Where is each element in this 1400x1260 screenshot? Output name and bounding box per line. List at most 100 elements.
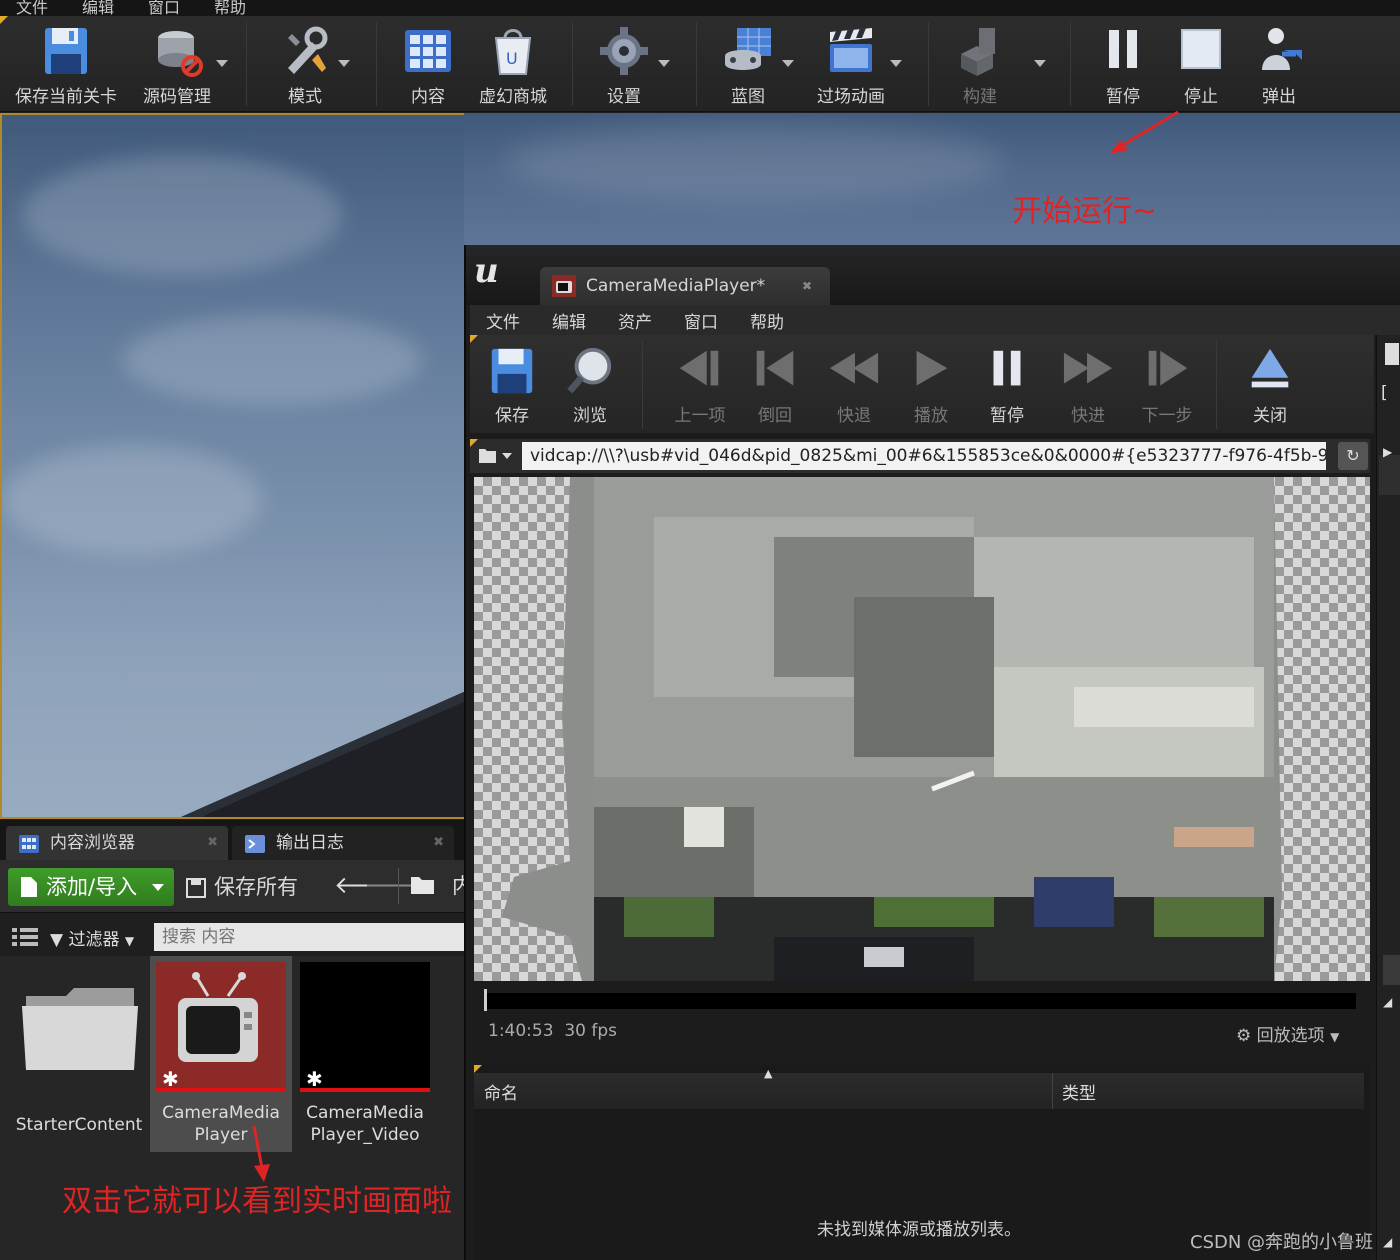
filters-dropdown[interactable]: ▼ 过滤器 ▼ (50, 925, 134, 950)
close-media-button[interactable]: 关闭 (1232, 335, 1308, 433)
column-name[interactable]: 命名 (484, 1079, 518, 1104)
ground-plane (181, 691, 464, 817)
tab-output-log[interactable]: 输出日志 ✖ (232, 826, 454, 860)
asset-folder-startercontent[interactable]: StarterContent (8, 956, 150, 1152)
add-import-button[interactable]: 添加/导入 (8, 868, 174, 906)
chevron-down-icon[interactable] (782, 60, 794, 67)
media-player-menu-bar: 文件 编辑 资产 窗口 帮助 (470, 305, 1400, 335)
tab-output-log-label: 输出日志 (276, 833, 344, 853)
blueprints-button[interactable]: 蓝图 (710, 16, 786, 112)
close-icon[interactable]: ✖ (433, 826, 444, 860)
stop-icon (1181, 29, 1221, 69)
media-url-input[interactable] (522, 442, 1326, 470)
pause-button[interactable]: 暂停 (970, 335, 1044, 433)
menu-edit[interactable]: 编辑 (82, 0, 114, 16)
close-icon[interactable]: ✖ (207, 826, 218, 860)
save-level-button[interactable]: 保存当前关卡 (8, 16, 124, 112)
stop-label: 停止 (1184, 87, 1218, 107)
chevron-down-icon[interactable] (1034, 60, 1046, 67)
add-import-label: 添加/导入 (46, 875, 138, 899)
collapse-icon[interactable]: ◢ (1383, 995, 1392, 1009)
svg-text:✱: ✱ (162, 1067, 179, 1091)
menu-asset[interactable]: 资产 (618, 308, 652, 333)
menu-window[interactable]: 窗口 (684, 308, 718, 333)
svg-text:U: U (506, 49, 518, 68)
panel-bracket: [ (1381, 383, 1388, 403)
folder-open-icon[interactable] (410, 874, 436, 896)
play-button[interactable]: 播放 (894, 335, 968, 433)
video-frame-mosaic (502, 477, 1282, 981)
source-control-button[interactable]: 源码管理 (132, 16, 222, 112)
playback-progress-bar[interactable] (484, 989, 1356, 1011)
search-content-input[interactable] (154, 923, 464, 951)
folder-dropdown-icon[interactable] (478, 447, 514, 465)
folder-icon (22, 988, 138, 1070)
eject-button[interactable]: 弹出 (1242, 16, 1316, 112)
save-all-button[interactable]: 保存所有 (186, 868, 298, 906)
asset-cameramediaplayer[interactable]: ✱ CameraMedia Player (150, 956, 292, 1152)
browse-button[interactable]: 浏览 (552, 335, 628, 433)
fps-readout: 30 fps (564, 1021, 618, 1041)
menu-edit[interactable]: 编辑 (552, 308, 586, 333)
asset-cameramediaplayer-video[interactable]: ✱ CameraMedia Player_Video (294, 956, 436, 1152)
chevron-down-icon[interactable] (338, 60, 350, 67)
refresh-icon[interactable]: ↻ (1338, 442, 1368, 470)
chevron-down-icon[interactable] (658, 60, 670, 67)
rewind-button[interactable]: 倒回 (738, 335, 812, 433)
stop-button[interactable]: 停止 (1164, 16, 1238, 112)
previous-button[interactable]: 上一项 (660, 335, 740, 433)
settings-button[interactable]: 设置 (584, 16, 664, 112)
modes-button[interactable]: 模式 (260, 16, 350, 112)
save-label: 保存 (495, 406, 529, 426)
tab-cameramediaplayer[interactable]: CameraMediaPlayer* ✖ (540, 267, 830, 305)
progress-handle[interactable] (484, 989, 487, 1011)
content-button[interactable]: 内容 (388, 16, 468, 112)
media-texture-icon: ✱ (300, 962, 430, 1092)
sort-ascending-icon: ▲ (764, 1067, 773, 1080)
toolbar-separator (928, 22, 929, 106)
play-label: 播放 (914, 406, 948, 426)
playback-options-dropdown[interactable]: ⚙ 回放选项 ▼ (1236, 1021, 1339, 1046)
editor-toolbar: 保存当前关卡 源码管理 模式 内容 U 虚幻商城 设置 蓝图 过场动画 构建 暂… (0, 16, 1400, 112)
next-button[interactable]: 下一步 (1126, 335, 1208, 433)
panel-tab[interactable] (1383, 955, 1400, 985)
menu-help[interactable]: 帮助 (214, 0, 246, 16)
close-icon[interactable]: ✖ (802, 267, 812, 305)
pause-button[interactable]: 暂停 (1086, 16, 1160, 112)
pause-label: 暂停 (990, 406, 1024, 426)
menu-help[interactable]: 帮助 (750, 308, 784, 333)
column-type[interactable]: 类型 (1062, 1079, 1096, 1104)
rewind-icon (756, 350, 794, 386)
viewport-sky-right (464, 113, 1400, 245)
toolbar-separator (246, 22, 247, 106)
menu-file[interactable]: 文件 (486, 308, 520, 333)
menu-window[interactable]: 窗口 (148, 0, 180, 16)
svg-text:✱: ✱ (306, 1067, 323, 1091)
panel-tab[interactable] (1379, 455, 1400, 495)
build-button[interactable]: 构建 (942, 16, 1018, 112)
chevron-down-icon[interactable] (890, 60, 902, 67)
marketplace-button[interactable]: U 虚幻商城 (470, 16, 556, 112)
menu-file[interactable]: 文件 (16, 0, 48, 16)
forward-button[interactable]: 快进 (1048, 335, 1128, 433)
chevron-down-icon[interactable] (216, 60, 228, 67)
reverse-button[interactable]: 快退 (814, 335, 894, 433)
toolbar-separator (696, 22, 697, 106)
sources-list-icon[interactable] (12, 927, 38, 947)
save-level-label: 保存当前关卡 (15, 87, 117, 107)
collapse-icon[interactable]: ◢ (1383, 1235, 1392, 1249)
forward-icon (1063, 352, 1113, 384)
cinematics-button[interactable]: 过场动画 (806, 16, 896, 112)
pause-label: 暂停 (1106, 87, 1140, 107)
save-button[interactable]: 保存 (474, 335, 550, 433)
level-viewport[interactable] (0, 113, 464, 819)
filter-icon: ▼ (50, 930, 64, 950)
cinematics-label: 过场动画 (817, 87, 885, 107)
chevron-right-icon[interactable]: ▶ (1383, 445, 1392, 459)
toolbar-separator (376, 22, 377, 106)
blueprints-icon (725, 28, 771, 70)
tab-content-browser[interactable]: 内容浏览器 ✖ (6, 826, 228, 860)
settings-label: 设置 (607, 87, 641, 107)
toolbar-separator (1216, 341, 1217, 429)
media-player-toolbar: 保存 浏览 上一项 倒回 快退 播放 暂停 快进 下一步 关闭 (470, 335, 1374, 433)
